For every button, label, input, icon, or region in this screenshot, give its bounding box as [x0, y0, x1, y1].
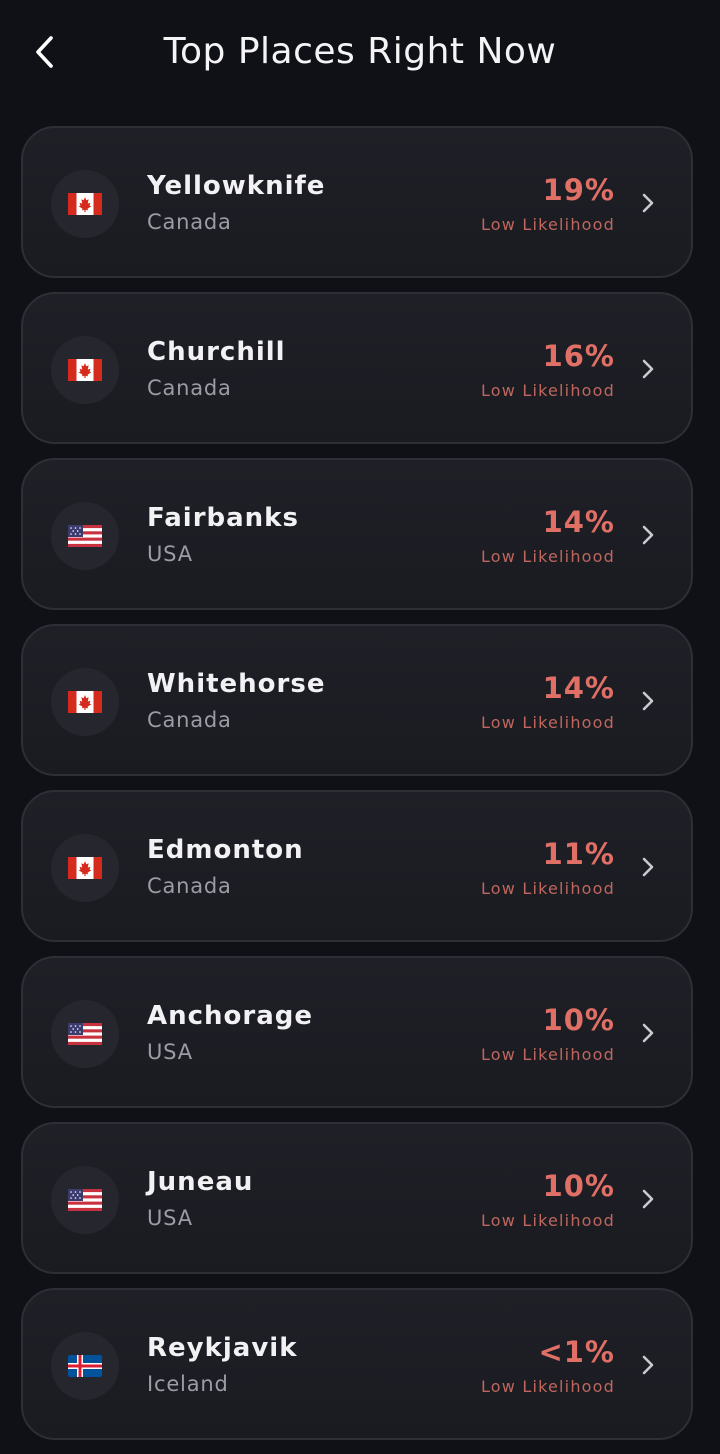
place-card[interactable]: Churchill Canada 16% Low Likelihood: [21, 292, 693, 444]
place-card[interactable]: Juneau USA 10% Low Likelihood: [21, 1122, 693, 1274]
place-city: Churchill: [147, 337, 286, 367]
place-card[interactable]: Fairbanks USA 14% Low Likelihood: [21, 458, 693, 610]
chevron-right-icon: [642, 1189, 654, 1209]
place-percent: 10%: [542, 1003, 615, 1037]
place-likelihood: Low Likelihood: [480, 879, 615, 898]
usa-flag-icon: [68, 1023, 102, 1045]
place-likelihood: Low Likelihood: [480, 1045, 615, 1064]
chevron-right-icon: [642, 193, 654, 213]
place-percent: 14%: [542, 505, 615, 539]
place-percent: 19%: [542, 173, 615, 207]
place-likelihood: Low Likelihood: [480, 1211, 615, 1230]
place-country: Canada: [147, 708, 232, 732]
place-country: Canada: [147, 874, 232, 898]
place-country: Canada: [147, 376, 232, 400]
place-country: USA: [147, 1206, 193, 1230]
place-card[interactable]: Reykjavik Iceland <1% Low Likelihood: [21, 1288, 693, 1440]
chevron-right-icon: [642, 359, 654, 379]
canada-flag-icon: [68, 193, 102, 215]
place-city: Yellowknife: [147, 171, 326, 201]
flag-icon-wrapper: [68, 359, 102, 381]
place-card[interactable]: Whitehorse Canada 14% Low Likelihood: [21, 624, 693, 776]
place-city: Fairbanks: [147, 503, 299, 533]
flag-badge: [51, 336, 119, 404]
place-percent: 10%: [542, 1169, 615, 1203]
flag-badge: [51, 1000, 119, 1068]
chevron-right-icon: [642, 525, 654, 545]
place-city: Reykjavik: [147, 1333, 298, 1363]
flag-icon-wrapper: [68, 193, 102, 215]
flag-badge: [51, 668, 119, 736]
place-likelihood: Low Likelihood: [480, 713, 615, 732]
flag-badge: [51, 834, 119, 902]
chevron-right-icon: [642, 1023, 654, 1043]
flag-icon-wrapper: [68, 525, 102, 547]
chevron-right-icon: [642, 857, 654, 877]
places-list: Yellowknife Canada 19% Low Likelihood Ch…: [21, 126, 693, 1454]
place-city: Anchorage: [147, 1001, 314, 1031]
header-bar: Top Places Right Now: [0, 0, 720, 110]
chevron-right-icon: [642, 1355, 654, 1375]
flag-icon-wrapper: [68, 691, 102, 713]
canada-flag-icon: [68, 691, 102, 713]
place-city: Edmonton: [147, 835, 304, 865]
flag-icon-wrapper: [68, 1355, 102, 1377]
iceland-flag-icon: [68, 1355, 102, 1377]
place-likelihood: Low Likelihood: [480, 215, 615, 234]
canada-flag-icon: [68, 359, 102, 381]
flag-icon-wrapper: [68, 1023, 102, 1045]
flag-icon-wrapper: [68, 857, 102, 879]
flag-badge: [51, 170, 119, 238]
place-card[interactable]: Anchorage USA 10% Low Likelihood: [21, 956, 693, 1108]
place-country: Iceland: [147, 1372, 229, 1396]
place-likelihood: Low Likelihood: [480, 1377, 615, 1396]
chevron-right-icon: [642, 691, 654, 711]
place-likelihood: Low Likelihood: [480, 381, 615, 400]
place-percent: <1%: [538, 1335, 615, 1369]
place-country: Canada: [147, 210, 232, 234]
place-percent: 16%: [542, 339, 615, 373]
flag-badge: [51, 1332, 119, 1400]
place-card[interactable]: Edmonton Canada 11% Low Likelihood: [21, 790, 693, 942]
place-likelihood: Low Likelihood: [480, 547, 615, 566]
place-percent: 11%: [542, 837, 615, 871]
place-card[interactable]: Yellowknife Canada 19% Low Likelihood: [21, 126, 693, 278]
place-country: USA: [147, 542, 193, 566]
usa-flag-icon: [68, 525, 102, 547]
flag-badge: [51, 502, 119, 570]
usa-flag-icon: [68, 1189, 102, 1211]
place-city: Juneau: [147, 1167, 254, 1197]
page-title: Top Places Right Now: [163, 31, 557, 72]
place-country: USA: [147, 1040, 193, 1064]
place-city: Whitehorse: [147, 669, 326, 699]
place-percent: 14%: [542, 671, 615, 705]
flag-badge: [51, 1166, 119, 1234]
flag-icon-wrapper: [68, 1189, 102, 1211]
canada-flag-icon: [68, 857, 102, 879]
